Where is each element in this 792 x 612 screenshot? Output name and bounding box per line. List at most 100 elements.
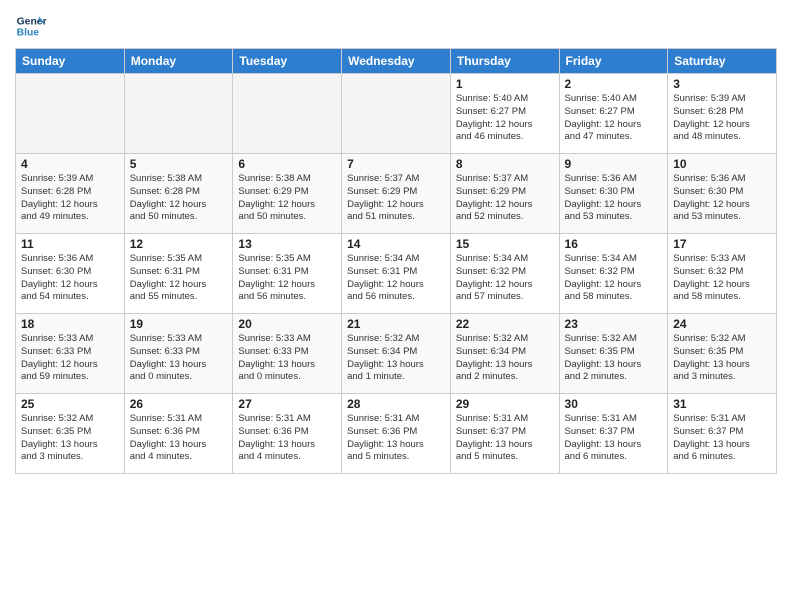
day-info: Sunrise: 5:38 AM Sunset: 6:28 PM Dayligh… (130, 173, 228, 224)
calendar-cell: 18Sunrise: 5:33 AM Sunset: 6:33 PM Dayli… (16, 314, 125, 394)
day-info: Sunrise: 5:32 AM Sunset: 6:34 PM Dayligh… (456, 333, 554, 384)
calendar-header-row: SundayMondayTuesdayWednesdayThursdayFrid… (16, 49, 777, 74)
calendar-cell: 13Sunrise: 5:35 AM Sunset: 6:31 PM Dayli… (233, 234, 342, 314)
day-number: 22 (456, 317, 554, 331)
day-number: 26 (130, 397, 228, 411)
day-number: 20 (238, 317, 336, 331)
calendar-cell: 24 Sunrise: 5:32 AM Sunset: 6:35 PM Dayli… (668, 314, 777, 394)
day-info: Sunrise: 5:31 AM Sunset: 6:36 PM Dayligh… (347, 413, 445, 464)
calendar-cell: 19 Sunrise: 5:33 AM Sunset: 6:33 PM Dayli… (124, 314, 233, 394)
day-info: Sunrise: 5:40 AM Sunset: 6:27 PM Dayligh… (456, 93, 554, 144)
calendar-cell: 31 Sunrise: 5:31 AM Sunset: 6:37 PM Dayli… (668, 394, 777, 474)
calendar-cell: 4 Sunrise: 5:39 AM Sunset: 6:28 PM Daylig… (16, 154, 125, 234)
calendar-cell: 10 Sunrise: 5:36 AM Sunset: 6:30 PM Dayli… (668, 154, 777, 234)
day-number: 4 (21, 157, 119, 171)
day-number: 11 (21, 237, 119, 251)
calendar-cell: 16Sunrise: 5:34 AM Sunset: 6:32 PM Dayli… (559, 234, 668, 314)
day-number: 21 (347, 317, 445, 331)
day-number: 18 (21, 317, 119, 331)
calendar-week-row: 1Sunrise: 5:40 AM Sunset: 6:27 PM Daylig… (16, 74, 777, 154)
calendar-cell: 6 Sunrise: 5:38 AM Sunset: 6:29 PM Daylig… (233, 154, 342, 234)
day-info: Sunrise: 5:32 AM Sunset: 6:35 PM Dayligh… (673, 333, 771, 384)
weekday-header: Tuesday (233, 49, 342, 74)
day-info: Sunrise: 5:35 AM Sunset: 6:31 PM Dayligh… (130, 253, 228, 304)
calendar-cell: 15 Sunrise: 5:34 AM Sunset: 6:32 PM Dayli… (450, 234, 559, 314)
calendar-cell: 5 Sunrise: 5:38 AM Sunset: 6:28 PM Daylig… (124, 154, 233, 234)
day-number: 31 (673, 397, 771, 411)
day-number: 19 (130, 317, 228, 331)
day-info: Sunrise: 5:37 AM Sunset: 6:29 PM Dayligh… (347, 173, 445, 224)
day-number: 3 (673, 77, 771, 91)
day-info: Sunrise: 5:34 AM Sunset: 6:31 PM Dayligh… (347, 253, 445, 304)
calendar-cell (233, 74, 342, 154)
logo: General Blue (15, 10, 47, 42)
day-info: Sunrise: 5:33 AM Sunset: 6:33 PM Dayligh… (238, 333, 336, 384)
day-info: Sunrise: 5:31 AM Sunset: 6:36 PM Dayligh… (238, 413, 336, 464)
day-info: Sunrise: 5:32 AM Sunset: 6:35 PM Dayligh… (21, 413, 119, 464)
day-info: Sunrise: 5:35 AM Sunset: 6:31 PM Dayligh… (238, 253, 336, 304)
calendar-cell: 17Sunrise: 5:33 AM Sunset: 6:32 PM Dayli… (668, 234, 777, 314)
calendar-cell: 27 Sunrise: 5:31 AM Sunset: 6:36 PM Dayli… (233, 394, 342, 474)
day-number: 15 (456, 237, 554, 251)
weekday-header: Monday (124, 49, 233, 74)
calendar-cell: 9 Sunrise: 5:36 AM Sunset: 6:30 PM Daylig… (559, 154, 668, 234)
day-number: 28 (347, 397, 445, 411)
day-info: Sunrise: 5:36 AM Sunset: 6:30 PM Dayligh… (565, 173, 663, 224)
calendar-cell: 8Sunrise: 5:37 AM Sunset: 6:29 PM Daylig… (450, 154, 559, 234)
day-info: Sunrise: 5:34 AM Sunset: 6:32 PM Dayligh… (456, 253, 554, 304)
logo-icon: General Blue (15, 10, 47, 42)
calendar-week-row: 18 Sunrise: 5:33 AM Sunset: 6:33 PM Dayli… (16, 314, 777, 394)
day-info: Sunrise: 5:36 AM Sunset: 6:30 PM Dayligh… (21, 253, 119, 304)
day-info: Sunrise: 5:40 AM Sunset: 6:27 PM Dayligh… (565, 93, 663, 144)
calendar-cell: 22 Sunrise: 5:32 AM Sunset: 6:34 PM Dayli… (450, 314, 559, 394)
day-info: Sunrise: 5:31 AM Sunset: 6:37 PM Dayligh… (456, 413, 554, 464)
day-number: 23 (565, 317, 663, 331)
calendar-week-row: 25 Sunrise: 5:32 AM Sunset: 6:35 PM Dayli… (16, 394, 777, 474)
calendar-cell: 3 Sunrise: 5:39 AM Sunset: 6:28 PM Daylig… (668, 74, 777, 154)
weekday-header: Sunday (16, 49, 125, 74)
calendar-week-row: 11 Sunrise: 5:36 AM Sunset: 6:30 PM Dayli… (16, 234, 777, 314)
weekday-header: Wednesday (342, 49, 451, 74)
day-info: Sunrise: 5:32 AM Sunset: 6:34 PM Dayligh… (347, 333, 445, 384)
day-info: Sunrise: 5:33 AM Sunset: 6:33 PM Dayligh… (130, 333, 228, 384)
day-number: 6 (238, 157, 336, 171)
calendar-week-row: 4 Sunrise: 5:39 AM Sunset: 6:28 PM Daylig… (16, 154, 777, 234)
calendar-cell (342, 74, 451, 154)
calendar-cell: 28 Sunrise: 5:31 AM Sunset: 6:36 PM Dayli… (342, 394, 451, 474)
calendar-cell: 1Sunrise: 5:40 AM Sunset: 6:27 PM Daylig… (450, 74, 559, 154)
day-number: 29 (456, 397, 554, 411)
day-number: 9 (565, 157, 663, 171)
day-info: Sunrise: 5:39 AM Sunset: 6:28 PM Dayligh… (21, 173, 119, 224)
calendar-cell: 23 Sunrise: 5:32 AM Sunset: 6:35 PM Dayli… (559, 314, 668, 394)
day-number: 10 (673, 157, 771, 171)
day-number: 17 (673, 237, 771, 251)
day-number: 24 (673, 317, 771, 331)
page-container: General Blue SundayMondayTuesdayWednesda… (0, 0, 792, 484)
day-info: Sunrise: 5:34 AM Sunset: 6:32 PM Dayligh… (565, 253, 663, 304)
calendar-table: SundayMondayTuesdayWednesdayThursdayFrid… (15, 48, 777, 474)
day-number: 25 (21, 397, 119, 411)
weekday-header: Saturday (668, 49, 777, 74)
day-info: Sunrise: 5:38 AM Sunset: 6:29 PM Dayligh… (238, 173, 336, 224)
calendar-cell: 30Sunrise: 5:31 AM Sunset: 6:37 PM Dayli… (559, 394, 668, 474)
header: General Blue (15, 10, 777, 42)
calendar-cell: 12 Sunrise: 5:35 AM Sunset: 6:31 PM Dayli… (124, 234, 233, 314)
day-info: Sunrise: 5:37 AM Sunset: 6:29 PM Dayligh… (456, 173, 554, 224)
calendar-cell: 11 Sunrise: 5:36 AM Sunset: 6:30 PM Dayli… (16, 234, 125, 314)
svg-text:Blue: Blue (17, 28, 40, 39)
day-info: Sunrise: 5:36 AM Sunset: 6:30 PM Dayligh… (673, 173, 771, 224)
day-number: 30 (565, 397, 663, 411)
day-info: Sunrise: 5:39 AM Sunset: 6:28 PM Dayligh… (673, 93, 771, 144)
calendar-cell: 25 Sunrise: 5:32 AM Sunset: 6:35 PM Dayli… (16, 394, 125, 474)
calendar-cell: 7Sunrise: 5:37 AM Sunset: 6:29 PM Daylig… (342, 154, 451, 234)
day-number: 2 (565, 77, 663, 91)
day-number: 27 (238, 397, 336, 411)
calendar-cell (124, 74, 233, 154)
day-number: 12 (130, 237, 228, 251)
weekday-header: Friday (559, 49, 668, 74)
calendar-cell: 21 Sunrise: 5:32 AM Sunset: 6:34 PM Dayli… (342, 314, 451, 394)
day-info: Sunrise: 5:31 AM Sunset: 6:37 PM Dayligh… (673, 413, 771, 464)
day-info: Sunrise: 5:32 AM Sunset: 6:35 PM Dayligh… (565, 333, 663, 384)
day-number: 5 (130, 157, 228, 171)
day-number: 14 (347, 237, 445, 251)
